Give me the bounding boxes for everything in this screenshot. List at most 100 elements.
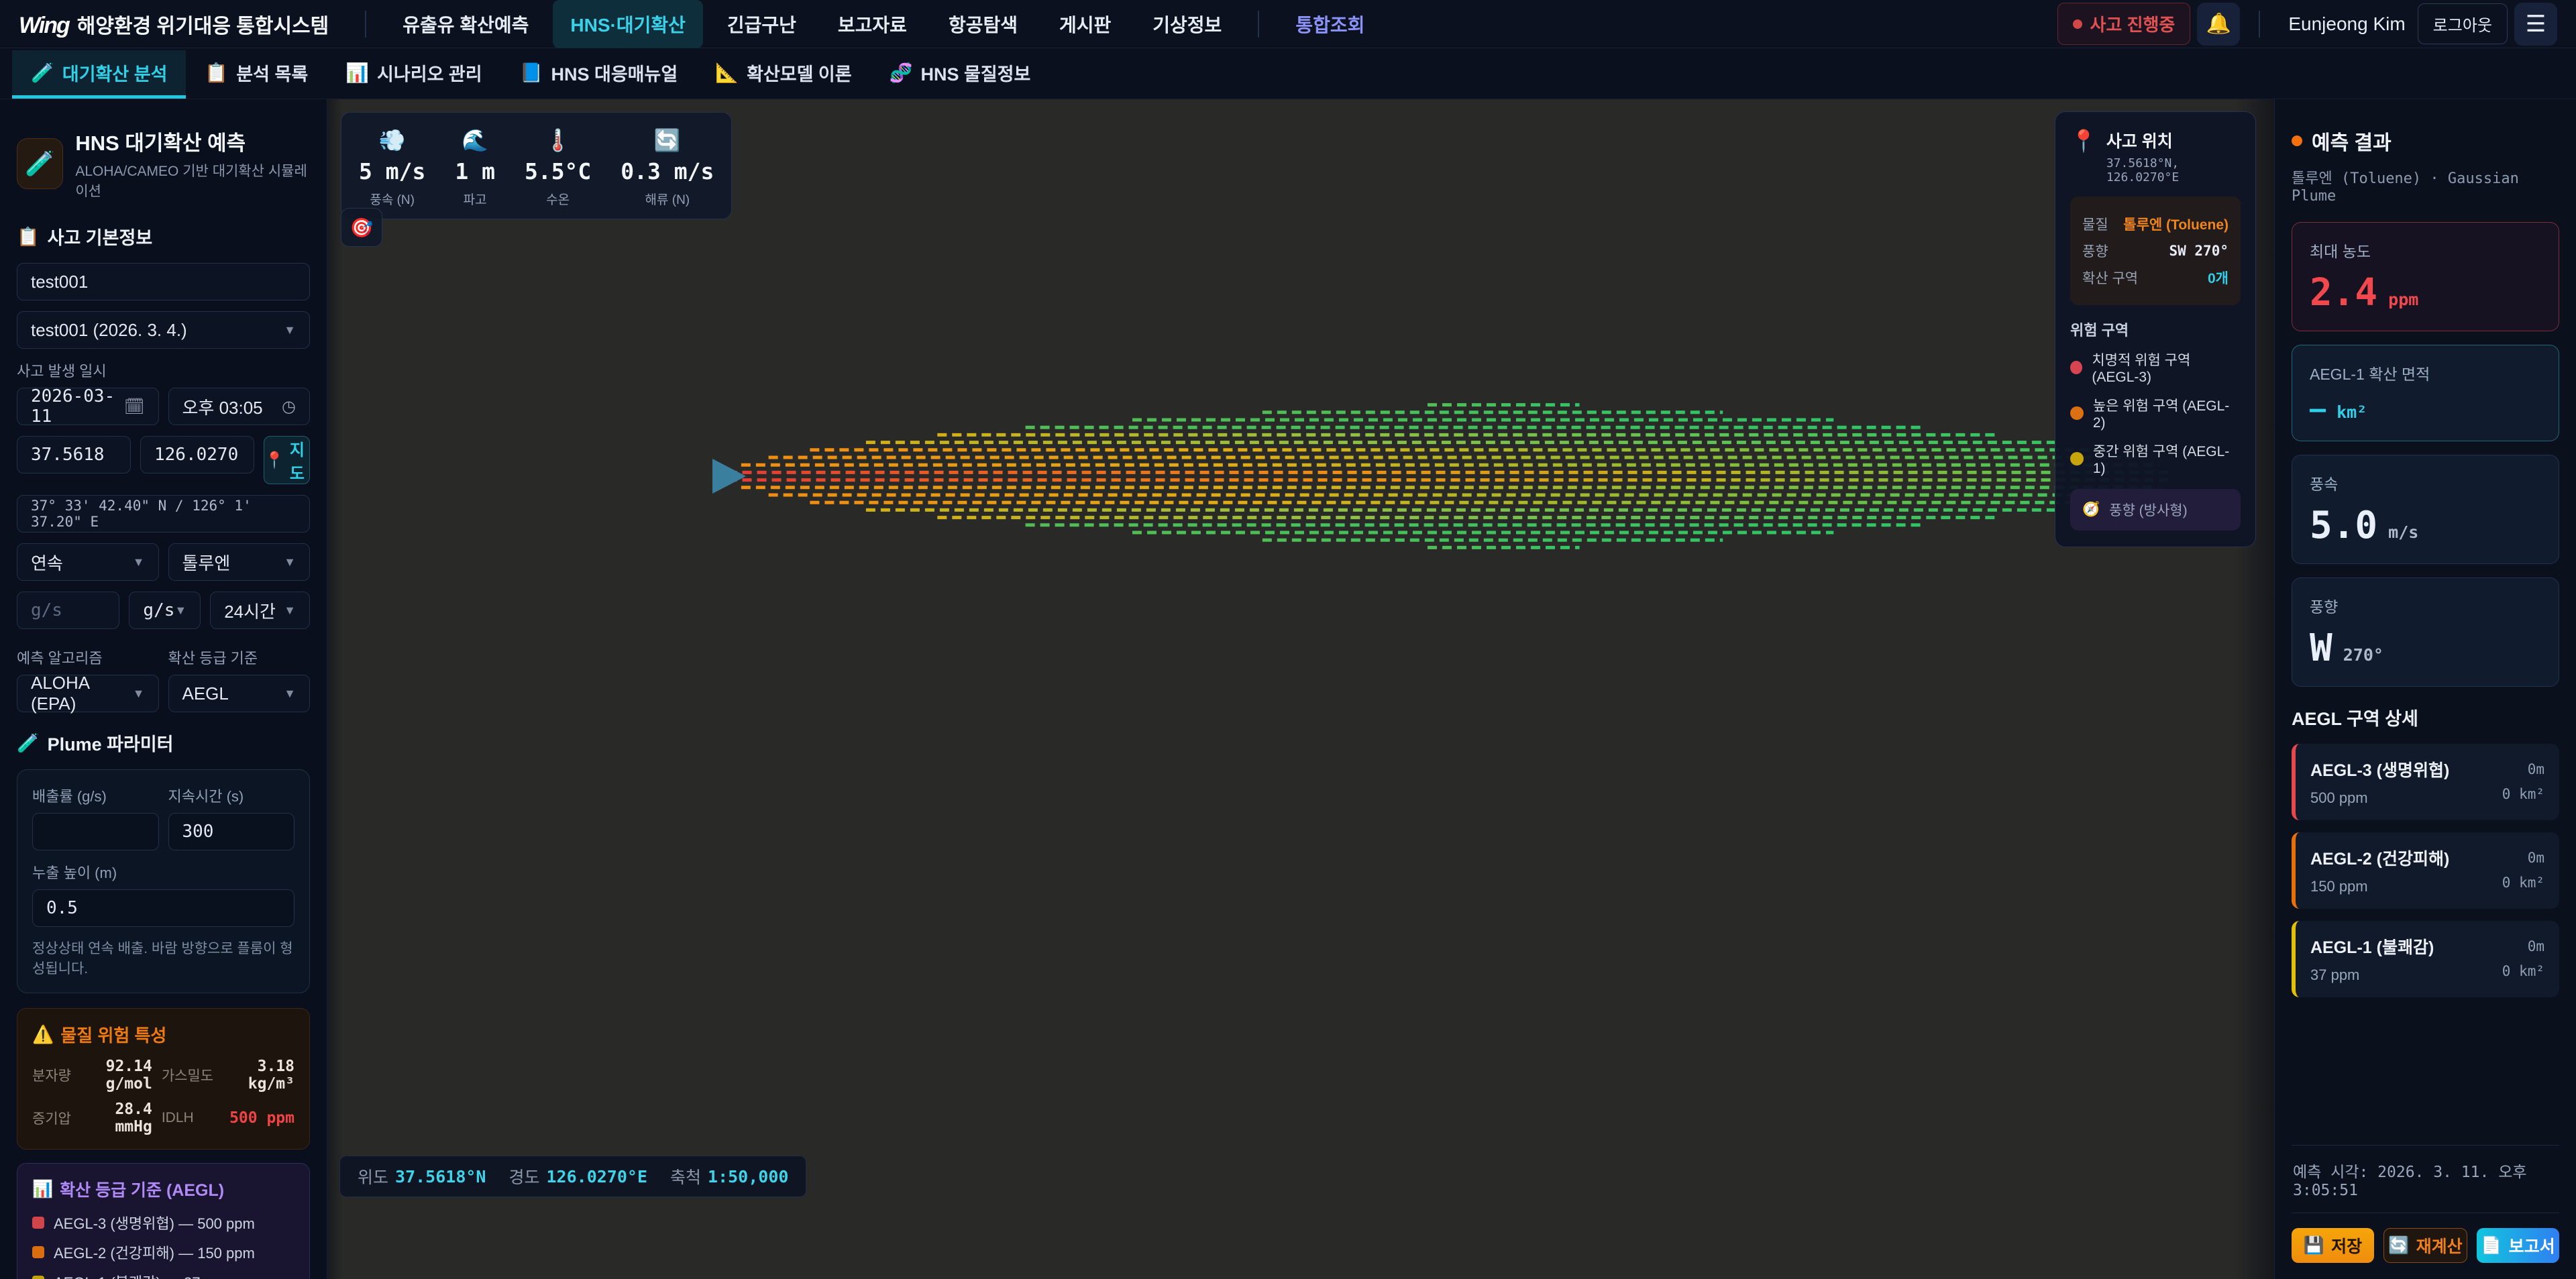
- floppy-icon: 💾: [2304, 1236, 2324, 1256]
- incident-location-overlay: 📍 사고 위치 37.5618°N, 126.0270°E 물질 톨루엔 (To…: [2055, 111, 2256, 547]
- idlh-value: 500 ppm: [223, 1109, 294, 1127]
- nav-item-air-search[interactable]: 항공탐색: [931, 0, 1035, 48]
- wave-height-value: 1 m: [455, 158, 495, 184]
- chevron-down-icon: ▼: [284, 687, 296, 701]
- thermometer-icon: 🌡️: [545, 127, 572, 153]
- tab-analysis-list[interactable]: 📋 분석 목록: [186, 50, 327, 99]
- tab-hns-substance-info[interactable]: 🧬 HNS 물질정보: [871, 50, 1050, 99]
- wind-speed-value: 5 m/s: [359, 158, 425, 184]
- algorithm-select[interactable]: ALOHA (EPA) ▼: [17, 675, 159, 712]
- grade-standard-select[interactable]: AEGL ▼: [168, 675, 311, 712]
- chevron-down-icon: ▼: [174, 604, 186, 618]
- release-rate-input[interactable]: [17, 592, 119, 629]
- aegl2-color-swatch: [32, 1246, 44, 1258]
- plume-duration-input[interactable]: [168, 813, 295, 850]
- refresh-icon: 🔄: [2388, 1236, 2409, 1256]
- rate-label: 배출률 (g/s): [32, 785, 159, 806]
- duration-select[interactable]: 24시간 ▼: [210, 592, 310, 629]
- scale-readout: 축척 1:50,000: [670, 1164, 788, 1188]
- clock-icon: ◷: [282, 397, 296, 416]
- incident-date-input[interactable]: 2026-03-11 🗓: [17, 388, 159, 425]
- aegl3-zone-ppm: 500 ppm: [2310, 789, 2368, 807]
- nav-item-integrated-search[interactable]: 통합조회: [1278, 0, 1382, 48]
- tab-hns-manual[interactable]: 📘 HNS 대응매뉴얼: [501, 50, 697, 99]
- release-mode-select[interactable]: 연속 ▼: [17, 543, 159, 581]
- aegl2-zone-ppm: 150 ppm: [2310, 878, 2368, 895]
- logout-button[interactable]: 로그아웃: [2418, 3, 2508, 44]
- case-select[interactable]: test001 (2026. 3. 4.) ▼: [17, 311, 310, 349]
- wind-direction-value: W: [2310, 626, 2332, 670]
- app-logo: Wing 해양환경 위기대응 통합시스템: [19, 9, 346, 39]
- status-dot-icon: [2073, 19, 2082, 29]
- tab-scenario-management[interactable]: 📊 시나리오 관리: [327, 50, 500, 99]
- gas-density-value: 3.18 kg/m³: [223, 1058, 294, 1093]
- notifications-button[interactable]: 🔔: [2197, 3, 2240, 46]
- rate-unit-select[interactable]: g/s ▼: [129, 592, 201, 629]
- nav-item-oil-spill[interactable]: 유출유 확산예측: [385, 0, 546, 48]
- hamburger-icon: ☰: [2526, 11, 2546, 38]
- aegl2-zone-area: 0 km²: [2502, 875, 2544, 891]
- red-dot-icon: [2070, 361, 2082, 374]
- wind-direction-value: SW 270°: [2169, 243, 2229, 259]
- tab-dispersion-analysis[interactable]: 🧪 대기확산 분석: [12, 50, 186, 99]
- wind-icon: 💨: [379, 127, 406, 153]
- tab-label: 시나리오 관리: [377, 60, 482, 86]
- aegl-standard-box: 📊 확산 등급 기준 (AEGL) AEGL-3 (생명위협) — 500 pp…: [17, 1163, 310, 1279]
- nav-item-board[interactable]: 게시판: [1042, 0, 1128, 48]
- wind-direction-card: 풍향 W 270°: [2292, 577, 2559, 687]
- latitude-input[interactable]: [17, 436, 131, 474]
- wave-height-cell: 🌊 1 m 파고: [455, 127, 495, 208]
- material-value: 톨루엔 (Toluene): [2123, 214, 2229, 234]
- bar-chart-icon: 📊: [32, 1180, 53, 1199]
- map-statusbar: 위도 37.5618°N 경도 126.0270°E 축척 1:50,000: [339, 1156, 806, 1197]
- nav-item-reports[interactable]: 보고자료: [820, 0, 924, 48]
- aegl1-legend-item: AEGL-1 (불쾌감) — 37 ppm: [32, 1271, 294, 1279]
- menu-button[interactable]: ☰: [2514, 3, 2557, 46]
- chevron-down-icon: ▼: [133, 687, 145, 701]
- hazard-title: 물질 위험 특성: [60, 1022, 166, 1047]
- aegl1-zone-name: AEGL-1 (불쾌감): [2310, 934, 2434, 958]
- nav-item-emergency-rescue[interactable]: 긴급구난: [710, 0, 814, 48]
- longitude-input[interactable]: [140, 436, 254, 474]
- lat-value: 37.5618°N: [395, 1167, 486, 1186]
- report-button[interactable]: 📄 보고서: [2477, 1228, 2559, 1263]
- incident-coords: 37.5618°N, 126.0270°E: [2106, 156, 2241, 184]
- section-title: 사고 기본정보: [48, 223, 153, 249]
- recalculate-button[interactable]: 🔄 재계산: [2383, 1228, 2467, 1263]
- plume-rate-input[interactable]: [32, 813, 159, 850]
- aegl-detail-title: AEGL 구역 상세: [2292, 704, 2559, 730]
- test-tube-icon: 🧪: [31, 62, 54, 84]
- sidebar-title: HNS 대기확산 예측: [75, 126, 310, 156]
- water-temp-label: 수온: [546, 190, 570, 208]
- map-canvas[interactable]: 💨 5 m/s 풍속 (N) 🌊 1 m 파고 🌡️ 5.5°C 수온 🔄 0.…: [327, 99, 2274, 1279]
- wind-radial-chip[interactable]: 🧭 풍향 (방사형): [2070, 489, 2241, 531]
- user-name: Eunjeong Kim: [2288, 13, 2405, 35]
- aegl2-label: AEGL-2 (건강피해) — 150 ppm: [54, 1241, 255, 1263]
- chevron-down-icon: ▼: [284, 555, 296, 569]
- material-select[interactable]: 톨루엔 ▼: [168, 543, 311, 581]
- hazard-properties-box: ⚠️ 물질 위험 특성 분자량 92.14 g/mol 가스밀도 3.18 kg…: [17, 1008, 310, 1150]
- grade-standard-label: 확산 등급 기준: [168, 647, 311, 668]
- app-title: 해양환경 위기대응 통합시스템: [77, 9, 329, 39]
- tab-label: 대기확산 분석: [62, 60, 168, 86]
- orange-dot-icon: [2292, 135, 2302, 146]
- max-concentration-card: 최대 농도 2.4 ppm: [2292, 222, 2559, 331]
- nav-item-weather-info[interactable]: 기상정보: [1135, 0, 1239, 48]
- incident-time-input[interactable]: 오후 03:05 ◷: [168, 388, 311, 425]
- incident-name-input[interactable]: [17, 263, 310, 300]
- prediction-form-sidebar: 🧪 HNS 대기확산 예측 ALOHA/CAMEO 기반 대기확산 시뮬레이션 …: [0, 99, 327, 1279]
- center-target-button[interactable]: 🎯: [341, 208, 382, 247]
- wind-direction-row: 풍향 SW 270°: [2082, 241, 2229, 261]
- sidebar-header: 🧪 HNS 대기확산 예측 ALOHA/CAMEO 기반 대기확산 시뮬레이션: [17, 126, 310, 201]
- aegl1-area-label: AEGL-1 확산 면적: [2310, 362, 2541, 384]
- plume-source-marker: [712, 459, 746, 494]
- prediction-results-panel: 예측 결과 톨루엔 (Toluene) · Gaussian Plume 최대 …: [2274, 99, 2576, 1279]
- time-value: 오후 03:05: [182, 394, 263, 419]
- tab-label: 확산모델 이론: [747, 60, 852, 86]
- open-map-button[interactable]: 📍 지도: [264, 436, 310, 484]
- release-height-input[interactable]: [32, 889, 294, 927]
- incident-in-progress-badge[interactable]: 사고 진행중: [2057, 3, 2191, 45]
- tab-model-theory[interactable]: 📐 확산모델 이론: [696, 50, 870, 99]
- save-button[interactable]: 💾 저장: [2292, 1228, 2374, 1263]
- nav-item-hns-dispersion[interactable]: HNS·대기확산: [553, 0, 702, 48]
